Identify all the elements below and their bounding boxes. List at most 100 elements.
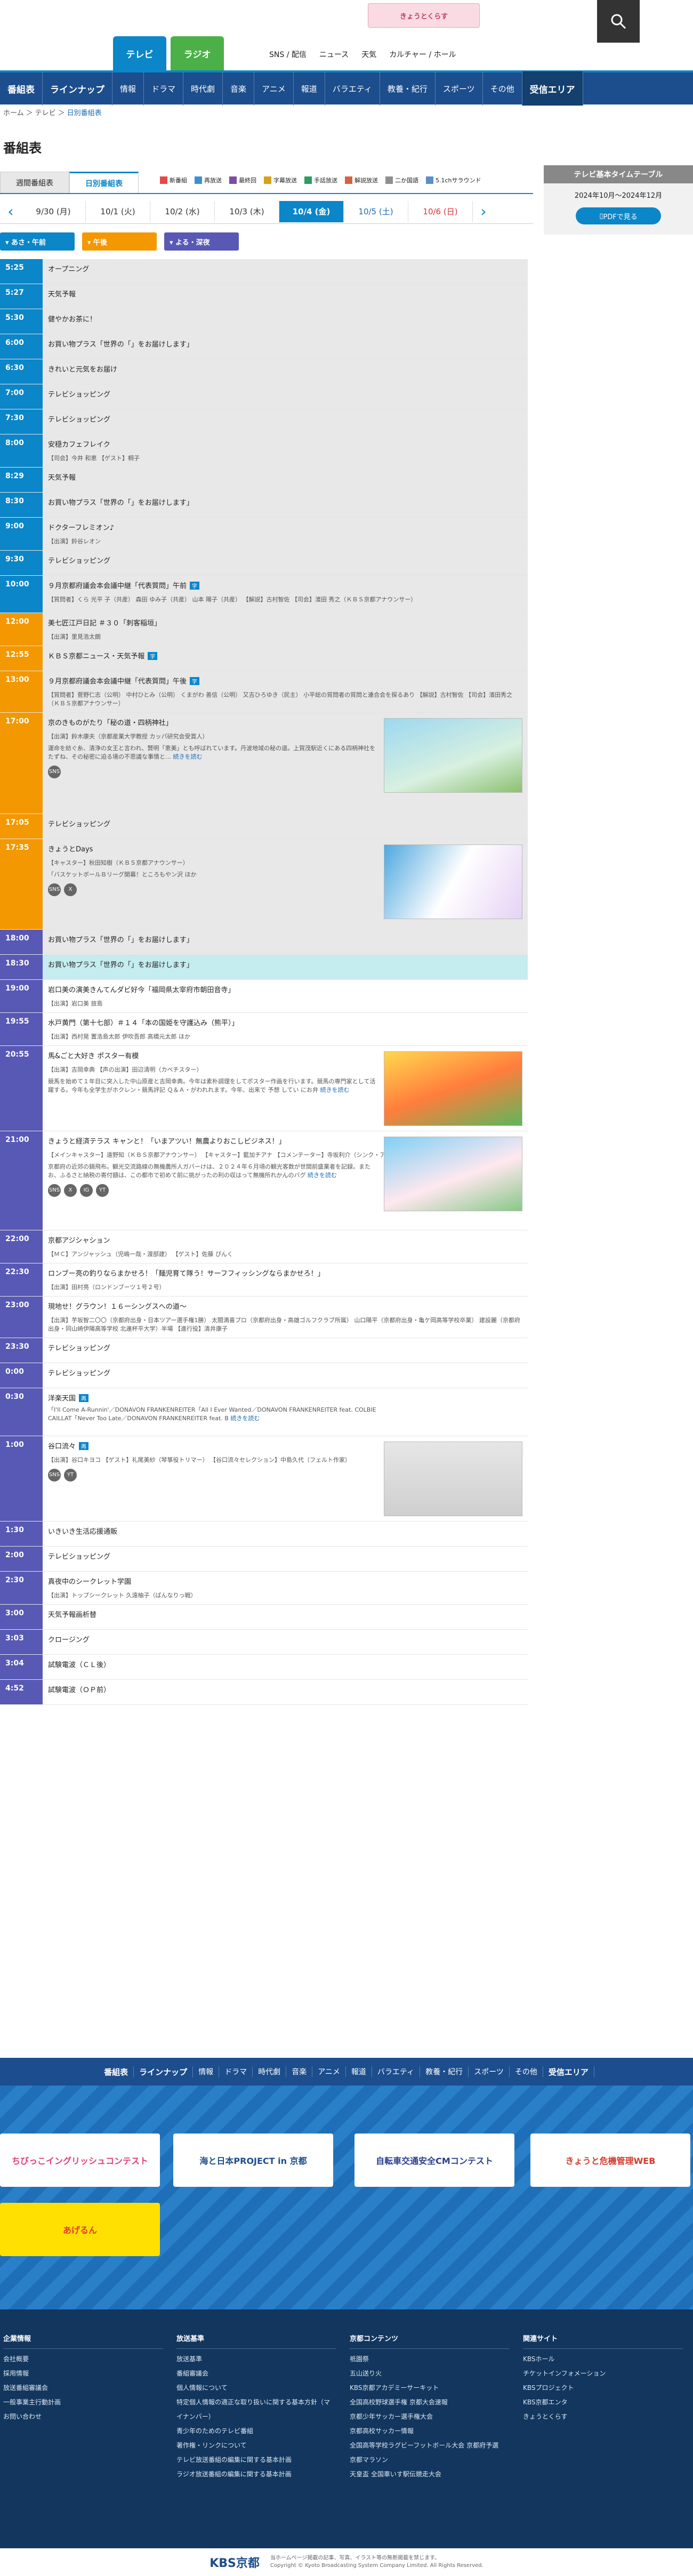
- footer-nav-item[interactable]: 報道: [346, 2066, 372, 2077]
- program-title[interactable]: 谷口流々: [48, 1443, 76, 1451]
- footer-nav-item[interactable]: ドラマ: [219, 2066, 253, 2077]
- program-title[interactable]: いきいき生活応援通販: [48, 1528, 117, 1536]
- footer-link[interactable]: 放送番組審議会: [3, 2384, 48, 2392]
- footer-link[interactable]: 天皇盃 全国車いす駅伝競走大会: [350, 2470, 441, 2478]
- program-title[interactable]: ＫＢＳ京都ニュース・天気予報: [48, 653, 144, 661]
- gnav-item[interactable]: 音楽: [223, 71, 255, 106]
- footer-link[interactable]: 放送基準: [176, 2355, 202, 2363]
- program-title[interactable]: 健やかお茶に！: [48, 316, 96, 324]
- sns-icon[interactable]: SNS: [48, 766, 61, 778]
- footer-link[interactable]: 個人情報について: [176, 2384, 228, 2392]
- footer-link[interactable]: KBS京都アカデミーサーキット: [350, 2384, 439, 2392]
- program-title[interactable]: テレビショッピング: [48, 820, 110, 828]
- gnav-item[interactable]: 時代劇: [183, 71, 223, 106]
- footer-nav-item[interactable]: 番組表: [99, 2066, 134, 2078]
- program-title[interactable]: テレビショッピング: [48, 391, 110, 399]
- sns-icon[interactable]: SNS: [48, 1184, 61, 1197]
- date-tab[interactable]: 10/6 (日): [408, 200, 473, 222]
- date-tab[interactable]: 10/4 (金): [279, 200, 344, 222]
- program-title[interactable]: 水戸黄門（第十七部）＃１４「本の国姫を守護込み（熊平）」: [48, 1019, 239, 1027]
- footer-link[interactable]: 全国高等学校ラグビーフットボール大会 京都府予選: [350, 2442, 498, 2449]
- program-title[interactable]: 天気予報: [48, 291, 76, 299]
- footer-link[interactable]: 会社概要: [3, 2355, 29, 2363]
- program-title[interactable]: お買い物プラス「世界の「」をお届けします」: [48, 341, 194, 349]
- program-title[interactable]: 美七匠江戸日記 ＃３０「刺客稲垣」: [48, 619, 161, 627]
- footer-link[interactable]: 一般事業主行動計画: [3, 2398, 61, 2406]
- gnav-item[interactable]: 番組表: [0, 71, 43, 106]
- program-title[interactable]: オープニング: [48, 265, 89, 273]
- date-tab[interactable]: 10/1 (火): [86, 200, 150, 222]
- footer-link[interactable]: 特定個人情報の適正な取り扱いに関する基本方針（マイナンバー）: [176, 2398, 330, 2420]
- tab-daily[interactable]: 日別番組表: [69, 172, 139, 193]
- header-link-news[interactable]: ニュース: [319, 49, 349, 60]
- read-more-link[interactable]: 続きを読む: [229, 1415, 260, 1422]
- program-title[interactable]: お買い物プラス「世界の「」をお届けします」: [48, 499, 194, 507]
- yt-icon[interactable]: YT: [96, 1184, 109, 1197]
- program-title[interactable]: 京のきものがたり「秘の道・四柄神社」: [48, 719, 173, 727]
- gnav-item[interactable]: 情報: [112, 71, 144, 106]
- program-title[interactable]: 馬&ごと大好き ポスター有模: [48, 1052, 139, 1060]
- footer-link[interactable]: 祇園祭: [350, 2355, 369, 2363]
- footer-link[interactable]: お問い合わせ: [3, 2413, 42, 2420]
- footer-link[interactable]: きょうとくらす: [523, 2413, 567, 2420]
- program-title[interactable]: ロンブー亮の釣りならまかせろ！「麺児育て隊う！サーフフィッシングならまかせろ！」: [48, 1270, 325, 1278]
- read-more-link[interactable]: 続きを読む: [318, 1086, 350, 1093]
- footer-link[interactable]: テレビ放送番組の編集に関する基本計画: [176, 2456, 292, 2464]
- gnav-item[interactable]: 報道: [294, 71, 325, 106]
- gnav-item[interactable]: ドラマ: [144, 71, 184, 106]
- program-title[interactable]: 現地せ！グラウン！１６ーシングスへの道〜: [48, 1303, 187, 1311]
- program-title[interactable]: 真夜中のシークレット学園: [48, 1578, 131, 1586]
- footer-link[interactable]: 京都少年サッカー選手権大会: [350, 2413, 433, 2420]
- program-title[interactable]: きれいと元気をお届け: [48, 366, 117, 374]
- program-title[interactable]: テレビショッピング: [48, 1345, 110, 1353]
- kbs-logo[interactable]: KBS京都: [209, 2554, 260, 2571]
- footer-link[interactable]: 青少年のためのテレビ番組: [176, 2427, 253, 2435]
- read-more-link[interactable]: 続きを読む: [305, 1172, 337, 1179]
- footer-nav-item[interactable]: 時代劇: [253, 2066, 287, 2077]
- program-title[interactable]: 岩口美の演美きんてんダビ好今「福岡県太宰府市朝田音寺」: [48, 986, 235, 994]
- footer-link[interactable]: 京都高校サッカー情報: [350, 2427, 414, 2435]
- promo-banner[interactable]: きょうと危機管理WEB: [530, 2134, 690, 2187]
- program-title[interactable]: ９月京都府議会本会議中継「代表質問」午前: [48, 582, 187, 590]
- tab-radio[interactable]: ラジオ: [171, 36, 224, 70]
- program-title[interactable]: 試験電波（ＯＰ前）: [48, 1686, 110, 1694]
- footer-link[interactable]: 採用情報: [3, 2370, 29, 2377]
- read-more-link[interactable]: 続きを読む: [171, 753, 202, 760]
- footer-nav-item[interactable]: 音楽: [286, 2066, 313, 2077]
- footer-nav-item[interactable]: アニメ: [312, 2066, 346, 2077]
- promo-banner[interactable]: 自転車交通安全CMコンテスト: [354, 2134, 514, 2187]
- date-tab[interactable]: 10/2 (水): [150, 200, 215, 222]
- header-link-sns[interactable]: SNS / 配信: [269, 49, 307, 60]
- header-link-weather[interactable]: 天気: [361, 49, 376, 60]
- x-icon[interactable]: X: [64, 1184, 77, 1197]
- time-filter-button[interactable]: ▾ あさ・午前: [0, 232, 75, 251]
- program-title[interactable]: テレビショッピング: [48, 557, 110, 565]
- date-tab[interactable]: 10/3 (木): [215, 200, 279, 222]
- footer-link[interactable]: 五山送り火: [350, 2370, 382, 2377]
- program-title[interactable]: テレビショッピング: [48, 1370, 110, 1378]
- gnav-item[interactable]: スポーツ: [436, 71, 483, 106]
- x-icon[interactable]: X: [64, 883, 77, 896]
- footer-nav-item[interactable]: 情報: [193, 2066, 220, 2077]
- footer-nav-item[interactable]: その他: [510, 2066, 543, 2077]
- next-date-button[interactable]: ›: [473, 201, 494, 222]
- footer-link[interactable]: KBS京都エンタ: [523, 2398, 568, 2406]
- footer-link[interactable]: 全国高校野球選手権 京都大会速報: [350, 2398, 448, 2406]
- program-title[interactable]: ９月京都府議会本会議中継「代表質問」午後: [48, 678, 187, 686]
- program-title[interactable]: 京都アジシャション: [48, 1237, 110, 1245]
- program-title[interactable]: お買い物プラス「世界の「」をお届けします」: [48, 961, 194, 969]
- footer-link[interactable]: 著作権・リンクについて: [176, 2442, 247, 2449]
- footer-link[interactable]: 番組審議会: [176, 2370, 208, 2377]
- program-title[interactable]: 試験電波（ＣＬ後）: [48, 1661, 110, 1669]
- program-title[interactable]: きょうとDays: [48, 846, 93, 854]
- program-title[interactable]: ドクターフレミオン♪: [48, 524, 114, 532]
- breadcrumb-home[interactable]: ホーム: [3, 107, 24, 117]
- sns-icon[interactable]: SNS: [48, 883, 61, 896]
- program-title[interactable]: 天気予報画析替: [48, 1611, 96, 1619]
- ig-icon[interactable]: IG: [80, 1184, 93, 1197]
- program-title[interactable]: クロージング: [48, 1636, 90, 1644]
- program-title[interactable]: お買い物プラス「世界の「」をお届けします」: [48, 936, 194, 944]
- gnav-item[interactable]: ラインナップ: [43, 71, 112, 106]
- program-title[interactable]: テレビショッピング: [48, 416, 110, 424]
- date-tab[interactable]: 10/5 (土): [344, 200, 408, 222]
